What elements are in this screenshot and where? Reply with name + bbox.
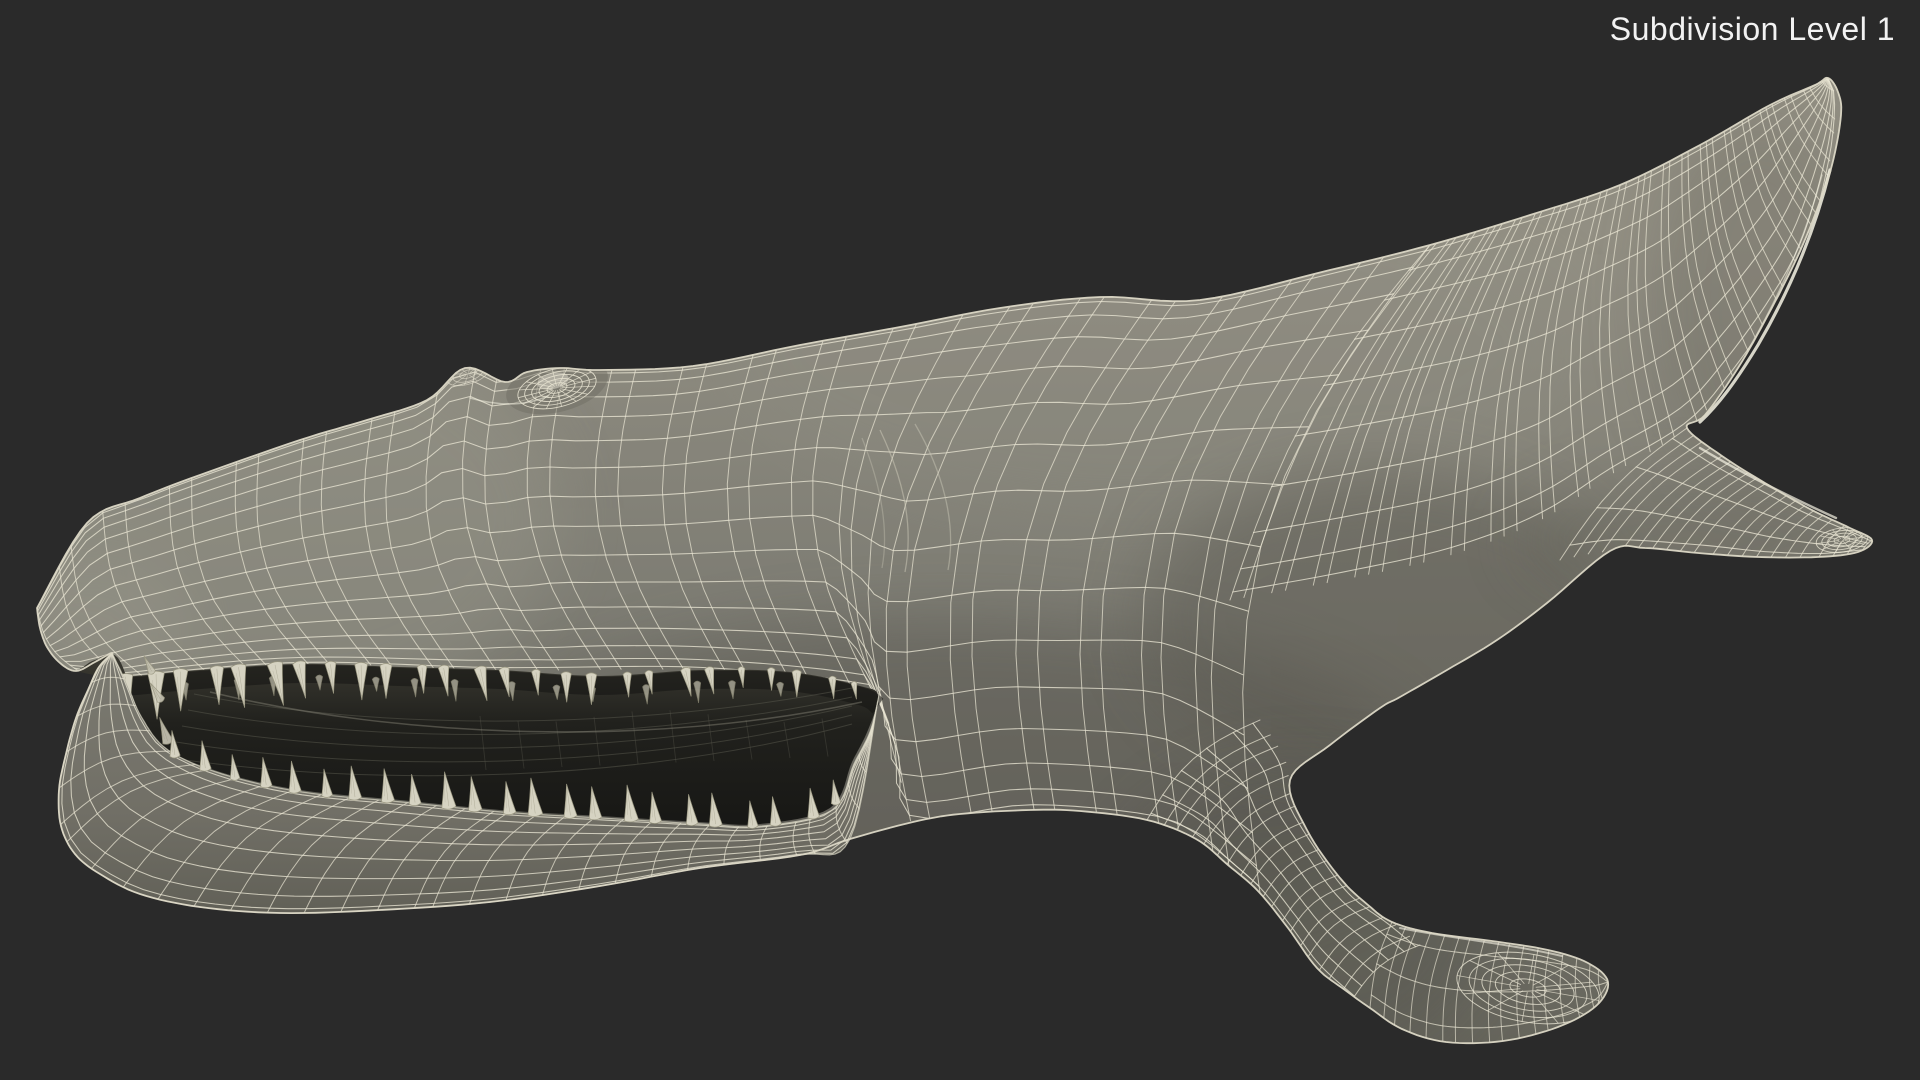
model-viewport: Subdivision Level 1 <box>0 0 1920 1080</box>
subdivision-level-label: Subdivision Level 1 <box>1610 11 1895 47</box>
render-viewport: Subdivision Level 1 <box>0 0 1920 1080</box>
